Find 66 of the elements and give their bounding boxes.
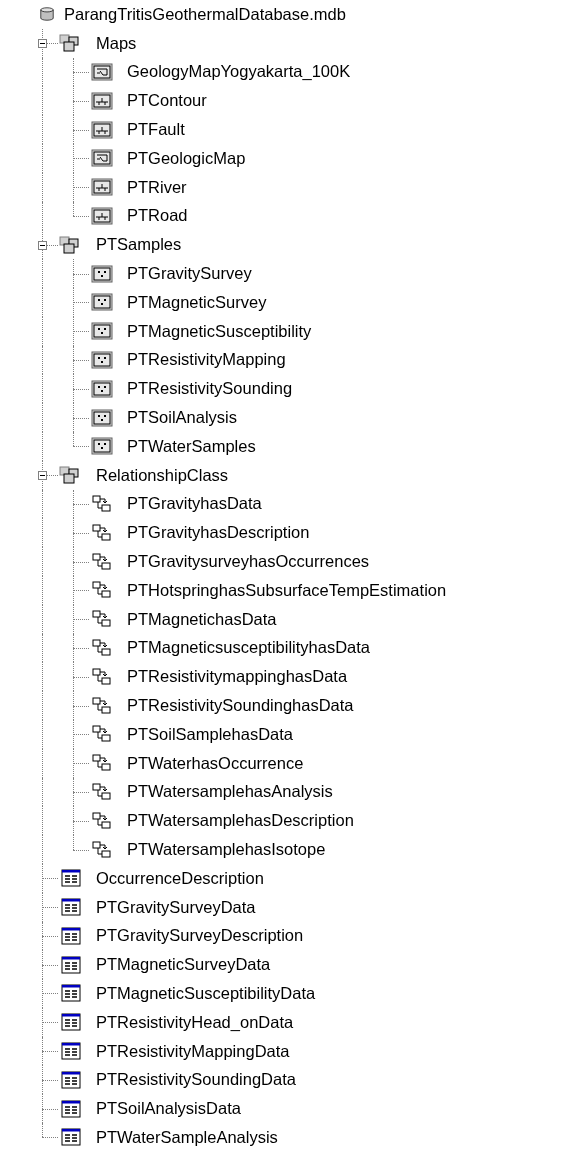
tree-item-label[interactable]: PTResistivityMapping: [127, 350, 286, 370]
dots-icon: [89, 292, 115, 313]
line-feature-icon: [89, 205, 115, 226]
tree-item-label[interactable]: PTMagneticSusceptibilityData: [96, 984, 316, 1003]
tree-item-label[interactable]: PTMagnetichasData: [127, 609, 277, 629]
dots-icon: [89, 407, 115, 428]
table-icon: [58, 1127, 84, 1148]
table-icon: [58, 983, 84, 1004]
dots-icon: [89, 349, 115, 370]
database-name[interactable]: ParangTritisGeothermalDatabase.mdb: [64, 4, 346, 24]
tree-item-label[interactable]: OccurrenceDescription: [96, 868, 264, 888]
tree-item-label[interactable]: PTRiver: [127, 177, 187, 197]
tree-item-label[interactable]: PTSoilAnalysis: [127, 408, 238, 428]
tree-item-label[interactable]: PTWaterSampleAnalysis: [96, 1127, 278, 1147]
tree-item-label[interactable]: PTGravitySurvey: [127, 264, 252, 284]
table-icon: [58, 925, 84, 946]
tree-item-label[interactable]: PTFault: [127, 120, 185, 140]
tree-item-label[interactable]: PTResistivitymappinghasData: [127, 667, 348, 687]
tree-item-label[interactable]: PTMagneticsusceptibilityhasData: [127, 638, 371, 658]
table-icon: [58, 1069, 84, 1090]
framed-map-icon: [89, 62, 115, 82]
tree-item-label[interactable]: GeologyMapYogyakarta_100K: [127, 62, 351, 82]
table-icon: [58, 1012, 84, 1033]
collapse-toggle[interactable]: [38, 240, 47, 250]
table-icon: [58, 897, 84, 918]
tree-item-label[interactable]: PTResistivitySoundinghasData: [127, 696, 354, 715]
tree-item-label[interactable]: PTGravitySurveyData: [96, 897, 256, 917]
tree-item-label[interactable]: PTResistivityHead_onData: [96, 1012, 294, 1032]
table-icon: [58, 868, 84, 889]
tree-item-label[interactable]: PTRoad: [127, 206, 188, 226]
line-feature-icon: [89, 177, 115, 198]
dots-icon: [89, 436, 115, 457]
tree-item-label[interactable]: PTMagneticSusceptibility: [127, 321, 312, 341]
tree-item-label[interactable]: RelationshipClass: [96, 465, 229, 485]
collapse-toggle[interactable]: [38, 471, 47, 481]
table-icon: [58, 1098, 84, 1119]
tree-item-label[interactable]: PTSamples: [96, 235, 182, 255]
tree-item-label[interactable]: PTResistivityMappingData: [96, 1041, 290, 1061]
collapse-toggle[interactable]: [38, 39, 47, 49]
tree-item-label[interactable]: PTSoilSamplehasData: [127, 724, 293, 744]
line-feature-icon: [89, 90, 115, 111]
tree-item-label[interactable]: PTGravityhasData: [127, 494, 262, 514]
framed-map-icon: [89, 148, 115, 169]
tree-item-label[interactable]: PTContour: [127, 91, 207, 111]
dots-icon: [89, 378, 115, 399]
dots-icon: [89, 263, 115, 284]
tree-item-label[interactable]: PTWatersamplehasIsotope: [127, 840, 326, 859]
tree-item-label[interactable]: PTWaterhasOccurrence: [127, 753, 304, 773]
dots-icon: [89, 321, 115, 342]
tree-item-label[interactable]: PTGravityhasDescription: [127, 523, 310, 543]
tree-item-label[interactable]: PTGravitySurveyDescription: [96, 926, 304, 946]
tree-item-label[interactable]: PTMagneticSurveyData: [96, 955, 271, 975]
tree-item-label[interactable]: PTSoilAnalysisData: [96, 1099, 241, 1119]
table-icon: [58, 1041, 84, 1062]
tree-item-label[interactable]: PTWaterSamples: [127, 436, 256, 456]
tree-item-label[interactable]: PTWatersamplehasAnalysis: [127, 782, 333, 802]
tree-item-label[interactable]: Maps: [96, 33, 137, 53]
tree-item-label[interactable]: PTWatersamplehasDescription: [127, 811, 354, 831]
tree-item-label[interactable]: PTResistivitySoundingData: [96, 1070, 296, 1090]
table-icon: [58, 954, 84, 975]
tree-item-label[interactable]: PTGravitysurveyhasOccurrences: [127, 552, 370, 572]
tree-item-label[interactable]: PTResistivitySounding: [127, 379, 293, 399]
line-feature-icon: [89, 119, 115, 140]
tree-item-label[interactable]: PTGeologicMap: [127, 148, 246, 168]
tree-item-label[interactable]: PTMagneticSurvey: [127, 292, 267, 312]
tree-item-label[interactable]: PTHotspringhasSubsurfaceTempEstimation: [127, 580, 447, 600]
